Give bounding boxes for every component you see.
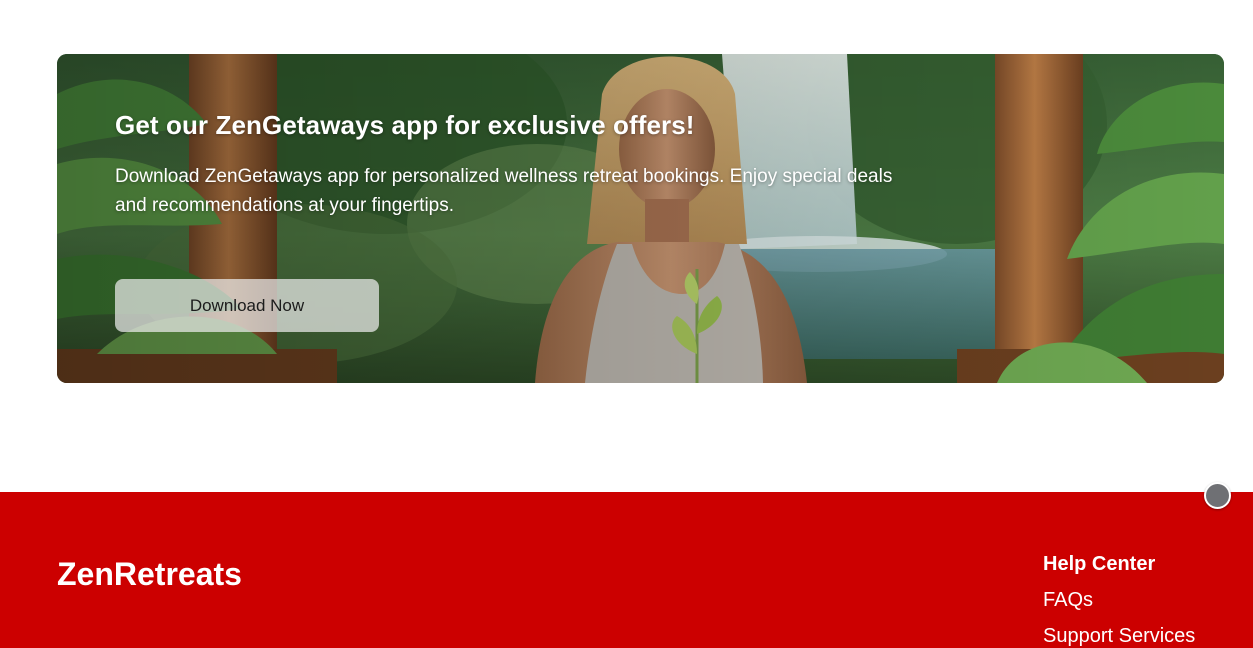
floating-scroll-button[interactable]	[1204, 482, 1231, 509]
promo-title: Get our ZenGetaways app for exclusive of…	[115, 110, 695, 140]
promo-description: Download ZenGetaways app for personalize…	[115, 166, 893, 216]
promo-text-block: Get our ZenGetaways app for exclusive of…	[115, 110, 935, 220]
footer: ZenRetreats Help Center FAQs Support Ser…	[0, 492, 1253, 648]
support-services-link[interactable]: Support Services	[1043, 624, 1248, 648]
app-promo-banner: Get our ZenGetaways app for exclusive of…	[57, 54, 1224, 383]
help-center-column: Help Center FAQs Support Services	[1043, 552, 1248, 648]
download-now-button[interactable]: Download Now	[115, 279, 379, 332]
page: Get our ZenGetaways app for exclusive of…	[0, 0, 1253, 648]
help-center-title: Help Center	[1043, 553, 1156, 575]
footer-brand: ZenRetreats	[57, 556, 242, 592]
faqs-link[interactable]: FAQs	[1043, 588, 1248, 612]
